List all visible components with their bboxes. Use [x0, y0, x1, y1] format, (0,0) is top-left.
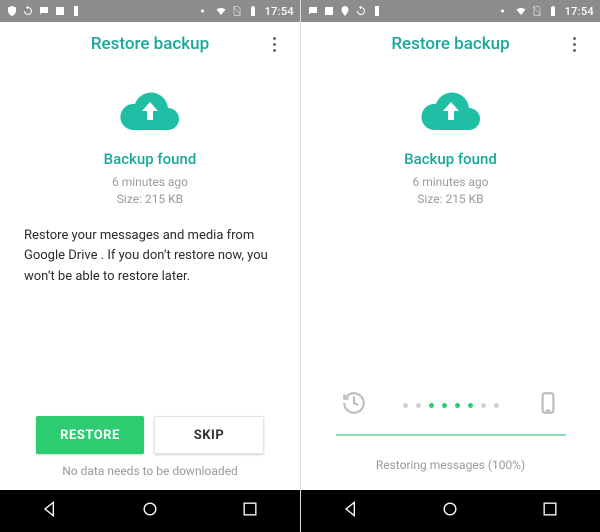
backup-time: 6 minutes ago: [413, 174, 489, 191]
clock-text: 17:54: [565, 5, 594, 18]
history-icon: [341, 390, 367, 420]
sync-icon: [355, 5, 367, 17]
no-sim-icon: [531, 5, 543, 17]
restore-button[interactable]: RESTORE: [36, 416, 144, 454]
backup-size: Size: 215 KB: [112, 191, 188, 208]
no-sim-icon: [231, 5, 243, 17]
cloud-upload-icon: [118, 88, 182, 136]
backup-found-title: Backup found: [404, 150, 497, 168]
nav-home-button[interactable]: [140, 499, 160, 523]
nav-back-button[interactable]: [341, 499, 361, 523]
nav-recent-button[interactable]: [240, 499, 260, 523]
nav-back-button[interactable]: [40, 499, 60, 523]
restore-description: Restore your messages and media from Goo…: [22, 226, 278, 288]
key-icon: [499, 5, 511, 17]
location-icon: [339, 5, 351, 17]
progress-bar: [336, 434, 566, 436]
more-options-button[interactable]: [256, 22, 292, 66]
image-icon: [54, 5, 66, 17]
clock-text: 17:54: [265, 5, 294, 18]
skip-button[interactable]: SKIP: [154, 416, 264, 454]
device-icon: [70, 5, 82, 17]
shield-icon: [6, 5, 18, 17]
status-bar: 17:54: [0, 0, 300, 22]
phone-icon: [535, 390, 561, 420]
content-area: Backup found 6 minutes ago Size: 215 KB: [301, 66, 600, 490]
status-bar: 17:54: [301, 0, 600, 22]
android-nav-bar: [0, 490, 300, 532]
sync-icon: [22, 5, 34, 17]
button-row: RESTORE SKIP: [22, 416, 278, 454]
progress-text: Restoring messages (100%): [376, 458, 525, 472]
phone-screen-right: 17:54 Restore backup Backup found 6 minu…: [300, 0, 600, 532]
cloud-upload-icon: [419, 88, 483, 136]
more-options-button[interactable]: [556, 22, 592, 66]
content-area: Backup found 6 minutes ago Size: 215 KB …: [0, 66, 300, 490]
message-icon: [38, 5, 50, 17]
backup-time: 6 minutes ago: [112, 174, 188, 191]
wifi-icon: [515, 5, 527, 17]
backup-meta: 6 minutes ago Size: 215 KB: [413, 174, 489, 208]
device-icon: [371, 5, 383, 17]
android-nav-bar: [301, 490, 600, 532]
backup-size: Size: 215 KB: [413, 191, 489, 208]
image-icon: [323, 5, 335, 17]
nav-recent-button[interactable]: [540, 499, 560, 523]
nav-home-button[interactable]: [440, 499, 460, 523]
app-header: Restore backup: [301, 22, 600, 66]
progress-area: Restoring messages (100%): [323, 390, 578, 472]
battery-icon: [247, 5, 259, 17]
download-note: No data needs to be downloaded: [62, 464, 238, 478]
battery-icon: [547, 5, 559, 17]
wifi-icon: [215, 5, 227, 17]
page-title: Restore backup: [391, 34, 509, 54]
transfer-animation: [341, 390, 561, 420]
phone-screen-left: 17:54 Restore backup Backup found 6 minu…: [0, 0, 300, 532]
backup-found-title: Backup found: [104, 150, 197, 168]
key-icon: [199, 5, 211, 17]
page-title: Restore backup: [91, 34, 209, 54]
app-header: Restore backup: [0, 22, 300, 66]
message-icon: [307, 5, 319, 17]
transfer-dots: [403, 403, 499, 408]
backup-meta: 6 minutes ago Size: 215 KB: [112, 174, 188, 208]
